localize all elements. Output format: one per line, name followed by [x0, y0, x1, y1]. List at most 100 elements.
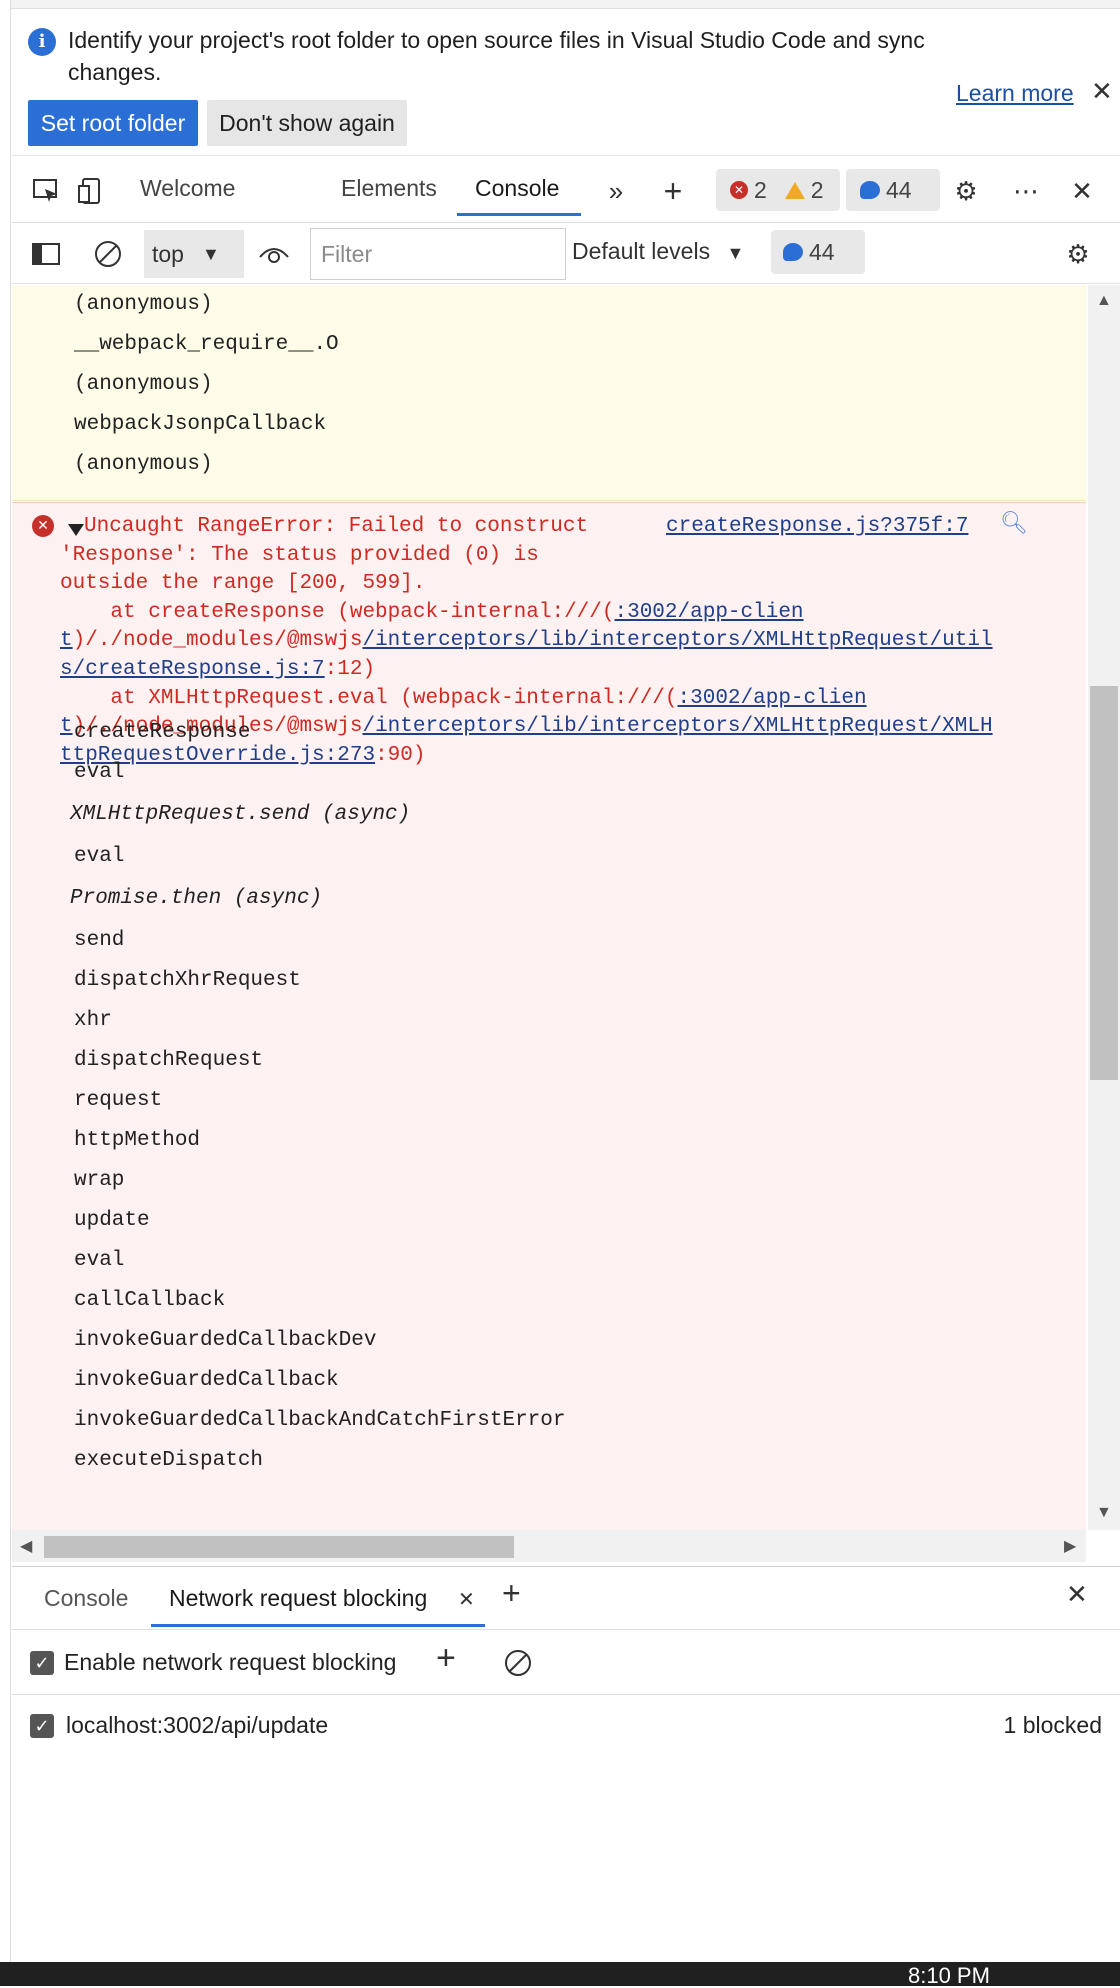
stack-frame[interactable]: createResponse — [74, 721, 250, 744]
source-link[interactable]: :3002/app-clien — [615, 601, 804, 624]
source-link[interactable]: /interceptors/lib/interceptors/XMLHttpRe… — [362, 629, 992, 652]
messages-badge[interactable]: 44 — [846, 169, 940, 211]
add-tab-icon[interactable]: + — [502, 1575, 521, 1612]
dont-show-again-button[interactable]: Don't show again — [207, 100, 407, 146]
context-select[interactable]: top ▼ — [144, 230, 244, 278]
error-message: ✕ Uncaught RangeError: Failed to constru… — [12, 502, 1086, 1530]
close-icon[interactable]: ✕ — [1091, 76, 1113, 107]
blocked-pattern-row: ✓ localhost:3002/api/update 1 blocked — [12, 1696, 1120, 1760]
context-value: top — [152, 240, 184, 267]
more-tabs-icon[interactable]: » — [596, 171, 636, 211]
active-tab-indicator — [457, 213, 581, 216]
source-link[interactable]: s/createResponse.js:7 — [60, 658, 325, 681]
error-line: )/./node_modules/@mswjs — [72, 629, 363, 653]
close-tab-icon[interactable]: ✕ — [458, 1587, 475, 1612]
chevron-down-icon: ▼ — [201, 243, 220, 264]
search-icon[interactable]: 🔍︎ — [1000, 511, 1028, 537]
console-output[interactable]: (anonymous) __webpack_require__.O (anony… — [12, 285, 1086, 1530]
scroll-right-arrow-icon[interactable]: ▶ — [1064, 1536, 1076, 1556]
source-link[interactable]: t — [60, 629, 73, 652]
stack-frame[interactable]: send — [74, 929, 124, 952]
console-toolbar: top ▼ Default levels ▼ 44 ⚙ — [12, 224, 1120, 284]
source-link[interactable]: :3002/app-clien — [678, 687, 867, 710]
tab-welcome[interactable]: Welcome — [140, 175, 235, 202]
error-line: :12) — [324, 657, 376, 681]
clear-patterns-icon[interactable] — [498, 1643, 538, 1683]
horizontal-scroll-thumb[interactable] — [44, 1536, 514, 1558]
stack-frame[interactable]: dispatchXhrRequest — [74, 969, 301, 992]
warning-count: 2 — [810, 176, 824, 203]
set-root-folder-button[interactable]: Set root folder — [28, 100, 198, 146]
stack-frame[interactable]: httpMethod — [74, 1129, 200, 1152]
async-frame: XMLHttpRequest.send (async) — [70, 803, 411, 826]
more-options-icon[interactable]: ⋯ — [1006, 171, 1046, 211]
live-expression-icon[interactable] — [254, 234, 294, 274]
error-line: 'Response': The status provided (0) is — [60, 543, 539, 567]
window-left-edge — [0, 0, 11, 1962]
gear-icon[interactable]: ⚙ — [946, 171, 986, 211]
filter-input[interactable] — [310, 228, 566, 280]
close-drawer-icon[interactable]: ✕ — [1066, 1579, 1088, 1610]
pattern-checkbox[interactable]: ✓ — [30, 1714, 54, 1738]
device-emulation-icon[interactable] — [72, 171, 112, 211]
blocked-pattern-url[interactable]: localhost:3002/api/update — [66, 1712, 328, 1739]
stack-frame[interactable]: executeDispatch — [74, 1449, 263, 1472]
console-messages-badge[interactable]: 44 — [771, 230, 865, 274]
tab-network-request-blocking[interactable]: Network request blocking — [169, 1585, 427, 1612]
stack-frame[interactable]: invokeGuardedCallbackAndCatchFirstError — [74, 1409, 565, 1432]
stack-frame[interactable]: xhr — [74, 1009, 112, 1032]
console-settings-gear-icon[interactable]: ⚙ — [1058, 234, 1098, 274]
info-banner: i Identify your project's root folder to… — [12, 10, 1120, 156]
stack-frame[interactable]: eval — [74, 845, 124, 868]
error-line: Uncaught RangeError: Failed to construct — [84, 515, 589, 538]
stack-frame[interactable]: (anonymous) — [74, 373, 213, 396]
tab-drawer-console[interactable]: Console — [44, 1585, 128, 1612]
enable-blocking-checkbox[interactable]: ✓ — [30, 1651, 54, 1675]
stack-frame[interactable]: webpackJsonpCallback — [74, 413, 326, 436]
stack-frame[interactable]: __webpack_require__.O — [74, 333, 339, 356]
sidebar-toggle-icon[interactable] — [26, 234, 66, 274]
error-source-link[interactable]: createResponse.js?375f:7 — [666, 515, 968, 538]
close-devtools-icon[interactable]: ✕ — [1062, 171, 1102, 211]
network-blocking-toolbar: ✓ Enable network request blocking + — [12, 1631, 1120, 1695]
error-line: at createResponse (webpack-internal:///( — [60, 600, 615, 624]
source-link[interactable]: t — [60, 715, 73, 738]
async-frame: Promise.then (async) — [70, 887, 323, 910]
vertical-scroll-thumb[interactable] — [1090, 686, 1118, 1080]
stack-frame[interactable]: (anonymous) — [74, 453, 213, 476]
error-icon: ✕ — [32, 515, 54, 537]
learn-more-link[interactable]: Learn more — [956, 80, 1074, 107]
default-levels-dropdown[interactable]: Default levels ▼ — [572, 238, 744, 265]
messages-count: 44 — [886, 176, 912, 203]
scroll-left-arrow-icon[interactable]: ◀ — [20, 1536, 32, 1556]
tab-elements[interactable]: Elements — [341, 175, 437, 202]
stack-frame[interactable]: dispatchRequest — [74, 1049, 263, 1072]
main-tab-bar: Welcome Elements Console » + ✕ 2 2 44 ⚙ … — [12, 157, 1120, 223]
stack-frame[interactable]: (anonymous) — [74, 293, 213, 316]
tab-console[interactable]: Console — [475, 175, 559, 202]
new-tab-icon[interactable]: + — [653, 171, 693, 211]
source-link[interactable]: /interceptors/lib/interceptors/XMLHttpRe… — [362, 715, 992, 738]
add-pattern-icon[interactable]: + — [436, 1639, 456, 1678]
scroll-down-arrow-icon[interactable]: ▼ — [1096, 1504, 1112, 1522]
active-drawer-tab-indicator — [151, 1624, 485, 1627]
blocked-count: 1 blocked — [1003, 1712, 1102, 1738]
console-messages-count: 44 — [809, 238, 835, 265]
stack-frame[interactable]: request — [74, 1089, 162, 1112]
scroll-up-arrow-icon[interactable]: ▲ — [1096, 292, 1112, 310]
stack-frame[interactable]: eval — [74, 1249, 124, 1272]
clear-console-icon[interactable] — [88, 234, 128, 274]
stack-frame[interactable]: callCallback — [74, 1289, 225, 1312]
inspect-element-icon[interactable] — [26, 171, 66, 211]
error-line: outside the range [200, 599]. — [60, 572, 426, 596]
taskbar-clock: 8:10 PM — [908, 1963, 990, 1988]
stack-frame[interactable]: invokeGuardedCallback — [74, 1369, 339, 1392]
stack-frame[interactable]: update — [74, 1209, 150, 1232]
stack-frame[interactable]: invokeGuardedCallbackDev — [74, 1329, 376, 1352]
issue-counts-badge[interactable]: ✕ 2 2 — [716, 169, 840, 211]
stack-frame[interactable]: eval — [74, 761, 124, 784]
drawer-tab-bar: Console Network request blocking ✕ + ✕ — [12, 1566, 1120, 1630]
stack-frame[interactable]: wrap — [74, 1169, 124, 1192]
message-icon — [783, 243, 803, 261]
error-icon: ✕ — [730, 181, 748, 199]
